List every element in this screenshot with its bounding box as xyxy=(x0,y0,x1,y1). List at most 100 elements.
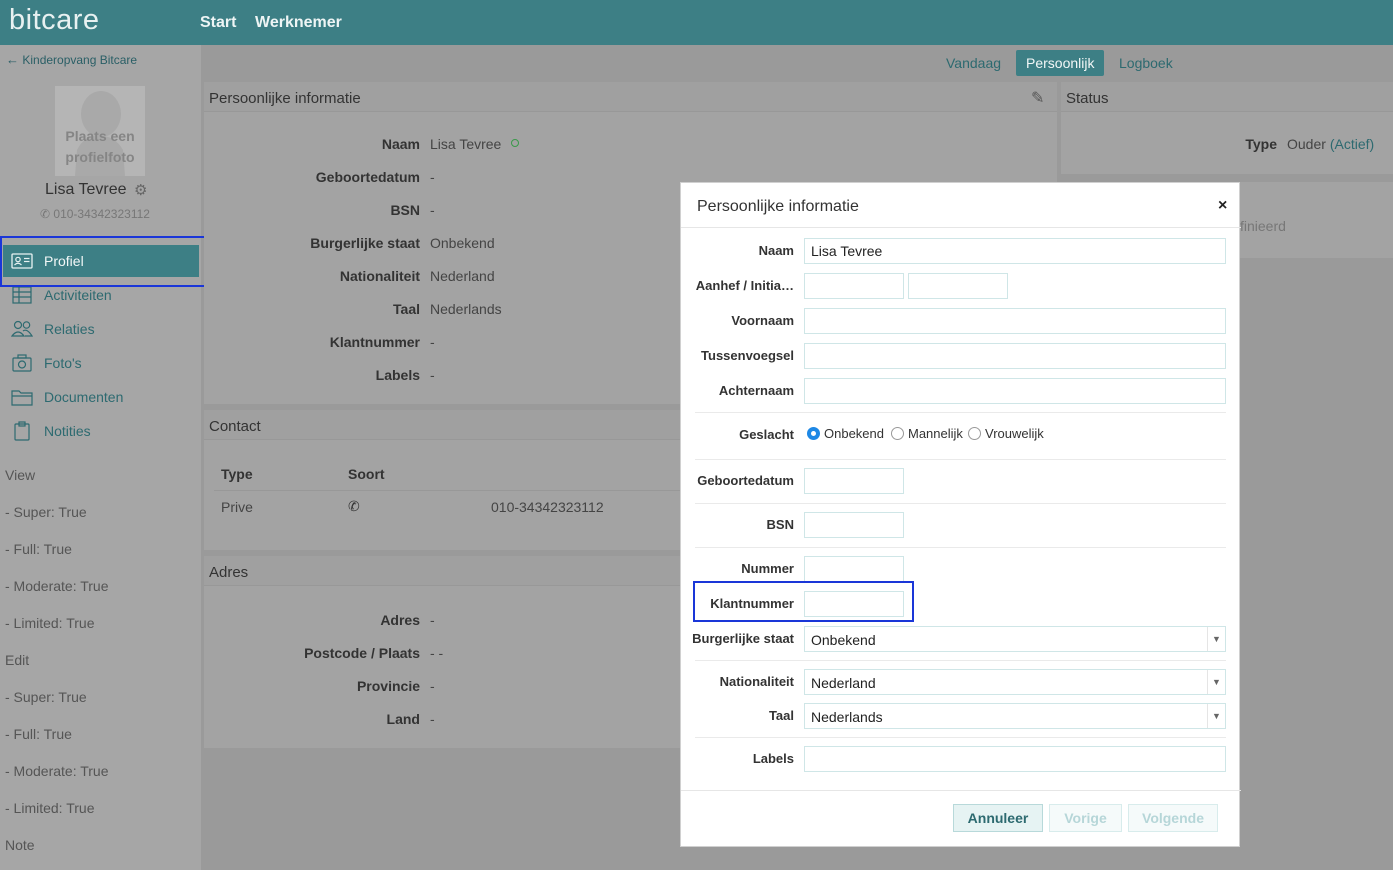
field-label: Adres xyxy=(380,612,420,628)
next-button[interactable]: Volgende xyxy=(1128,804,1218,832)
field-value: - - xyxy=(430,645,444,661)
sidebar-item-label: Relaties xyxy=(44,321,95,337)
divider xyxy=(681,227,1241,228)
sidebar-item-label: Documenten xyxy=(44,389,124,405)
field-value: Nederland xyxy=(430,268,495,284)
field-label: Burgerlijke staat xyxy=(310,235,420,251)
user-name: Lisa Tevree xyxy=(45,181,127,198)
sidebar-item-label: Notities xyxy=(44,423,91,439)
tab-vandaag[interactable]: Vandaag xyxy=(936,50,1011,76)
gear-icon[interactable]: ⚙ xyxy=(134,181,147,199)
perm-line: - Limited: True xyxy=(5,615,95,631)
avatar-placeholder-line1: Plaats een xyxy=(65,128,135,144)
aanhef-label: Aanhef / Initia… xyxy=(695,278,794,293)
sidebar-item-documenten[interactable]: Documenten xyxy=(8,381,198,413)
naam-field[interactable] xyxy=(804,238,1226,264)
panel-title: Status xyxy=(1066,90,1109,107)
type-status: (Actief) xyxy=(1329,136,1375,152)
field-label: Postcode / Plaats xyxy=(304,645,420,661)
field-label: Nationaliteit xyxy=(339,268,420,284)
back-link-label: Kinderopvang Bitcare xyxy=(22,53,138,67)
field-value: - xyxy=(430,367,435,383)
nav-werknemer[interactable]: Werknemer xyxy=(255,14,342,32)
select-value: Nederland xyxy=(811,675,876,691)
phone-icon: ✆ xyxy=(348,498,360,514)
online-status-icon xyxy=(511,139,519,147)
taal-select[interactable]: Nederlands ▼ xyxy=(804,703,1226,729)
radio-label: Onbekend xyxy=(824,426,884,441)
chevron-down-icon: ▼ xyxy=(1207,627,1225,651)
panel-title: Persoonlijke informatie xyxy=(209,90,361,107)
highlight-annotation-profiel xyxy=(0,236,208,287)
panel-title: Adres xyxy=(209,564,249,581)
back-link[interactable]: ← Kinderopvang Bitcare xyxy=(6,52,137,67)
tab-logboek[interactable]: Logboek xyxy=(1109,50,1183,76)
previous-button[interactable]: Vorige xyxy=(1049,804,1122,832)
bsn-label: BSN xyxy=(766,517,794,532)
initialen-field[interactable] xyxy=(908,273,1008,299)
pencil-icon[interactable]: ✎ xyxy=(1031,88,1044,108)
aanhef-field[interactable] xyxy=(804,273,904,299)
achternaam-field[interactable] xyxy=(804,378,1226,404)
field-value: - xyxy=(430,678,435,694)
sidebar: ← Kinderopvang Bitcare Plaats een profie… xyxy=(0,45,201,870)
perm-line: - Moderate: True xyxy=(5,763,109,779)
nationaliteit-select[interactable]: Nederland ▼ xyxy=(804,669,1226,695)
field-label: Naam xyxy=(381,136,420,152)
partial-text: finieerd xyxy=(1240,218,1286,234)
panel-header: Persoonlijke informatie ✎ xyxy=(204,82,1057,112)
burgerlijke-staat-select[interactable]: Onbekend ▼ xyxy=(804,626,1226,652)
burgerlijke-staat-label: Burgerlijke staat xyxy=(692,631,794,646)
close-icon[interactable]: × xyxy=(1218,197,1227,215)
tussenvoegsel-field[interactable] xyxy=(804,343,1226,369)
nationaliteit-label: Nationaliteit xyxy=(719,674,794,689)
nav-start[interactable]: Start xyxy=(200,14,236,32)
sidebar-item-relaties[interactable]: Relaties xyxy=(8,313,198,345)
highlight-annotation-klantnummer xyxy=(693,581,914,622)
radio-label: Vrouwelijk xyxy=(985,426,1044,441)
phone-row: ✆ 010-34342323112 xyxy=(40,207,150,221)
type-value: Ouder (Actief) xyxy=(1287,136,1374,152)
geboortedatum-field[interactable] xyxy=(804,468,904,494)
field-value: Onbekend xyxy=(430,235,495,251)
perm-line: - Full: True xyxy=(5,726,72,742)
column-header-sort: Soort xyxy=(348,466,385,482)
app-logo[interactable]: bitcare xyxy=(9,4,100,37)
avatar[interactable]: Plaats een profielfoto xyxy=(55,86,145,176)
sidebar-item-label: Foto's xyxy=(44,355,82,371)
select-value: Onbekend xyxy=(811,632,876,648)
perm-line: - Full: True xyxy=(5,541,72,557)
radio-label: Mannelijk xyxy=(908,426,963,441)
chevron-down-icon: ▼ xyxy=(1207,670,1225,694)
field-value: Nederlands xyxy=(430,301,502,317)
field-value: Lisa Tevree xyxy=(430,136,502,152)
sidebar-item-fotos[interactable]: Foto's xyxy=(8,347,198,379)
bsn-field[interactable] xyxy=(804,512,904,538)
divider xyxy=(695,660,1226,661)
divider xyxy=(681,790,1241,791)
labels-label: Labels xyxy=(752,751,794,766)
cancel-button[interactable]: Annuleer xyxy=(953,804,1043,832)
divider xyxy=(214,490,704,491)
geboortedatum-label: Geboortedatum xyxy=(697,473,794,488)
table-icon xyxy=(12,286,32,304)
nummer-field[interactable] xyxy=(804,556,904,582)
phone-icon: ✆ xyxy=(40,207,51,221)
sidebar-item-notities[interactable]: Notities xyxy=(8,415,198,447)
taal-label: Taal xyxy=(768,708,794,723)
contact-type-value: Prive xyxy=(221,499,253,515)
people-icon xyxy=(11,320,33,337)
radio-dot xyxy=(807,427,820,440)
field-value: - xyxy=(430,169,435,185)
column-header-type: Type xyxy=(221,466,253,482)
perm-heading-note: Note xyxy=(5,837,35,853)
perm-line: - Super: True xyxy=(5,504,87,520)
labels-field[interactable] xyxy=(804,746,1226,772)
modal-title: Persoonlijke informatie xyxy=(697,198,859,215)
perm-line: - Super: True xyxy=(5,689,87,705)
voornaam-field[interactable] xyxy=(804,308,1226,334)
tab-persoonlijk[interactable]: Persoonlijk xyxy=(1016,50,1105,76)
status-panel: Status Type Ouder (Actief) xyxy=(1061,82,1393,174)
panel-header: Status xyxy=(1061,82,1393,112)
radio-dot xyxy=(968,427,981,440)
